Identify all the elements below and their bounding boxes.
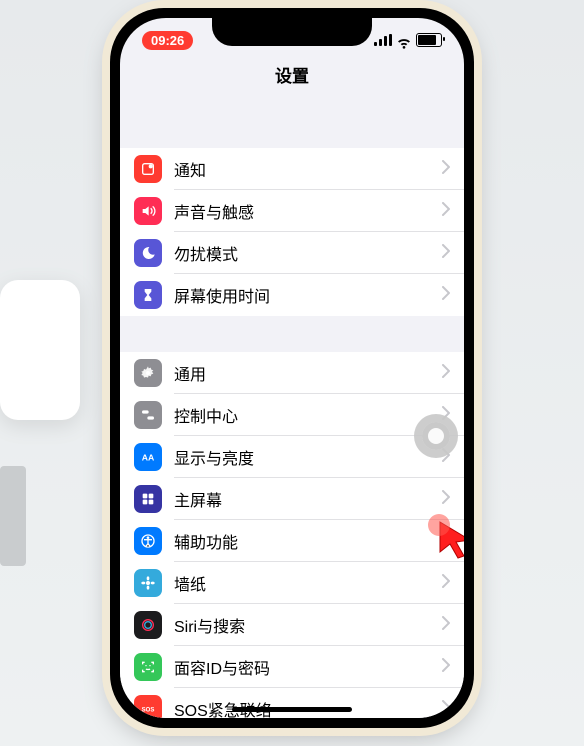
chevron-right-icon	[442, 490, 450, 509]
assistive-touch-button[interactable]	[414, 414, 458, 458]
row-label: 通知	[174, 157, 442, 181]
settings-row-dnd[interactable]: 勿扰模式	[120, 232, 464, 274]
chevron-right-icon	[442, 700, 450, 719]
svg-text:AA: AA	[142, 452, 155, 462]
faceid-icon	[134, 653, 162, 681]
chevron-right-icon	[442, 364, 450, 383]
chevron-right-icon	[442, 160, 450, 179]
row-label: 控制中心	[174, 403, 442, 427]
row-label: 显示与亮度	[174, 445, 442, 469]
arrow-cursor-overlay	[434, 518, 464, 565]
phone-frame: 09:26 设置 通知声音与触感勿扰模式屏幕使用时间通用控制中心 AA 显示与亮度主…	[110, 8, 474, 728]
chevron-right-icon	[442, 616, 450, 635]
row-label: 通用	[174, 361, 442, 385]
chevron-right-icon	[442, 202, 450, 221]
page-title: 设置	[120, 62, 464, 87]
signal-icon	[374, 34, 392, 46]
home-indicator[interactable]	[232, 707, 352, 712]
settings-row-faceid[interactable]: 面容ID与密码	[120, 646, 464, 688]
settings-list[interactable]: 通知声音与触感勿扰模式屏幕使用时间通用控制中心 AA 显示与亮度主屏幕辅助功能墙纸 S…	[120, 96, 464, 718]
settings-row-homescreen[interactable]: 主屏幕	[120, 478, 464, 520]
settings-row-accessibility[interactable]: 辅助功能	[120, 520, 464, 562]
background-object	[0, 280, 80, 420]
settings-group: 通知声音与触感勿扰模式屏幕使用时间	[120, 148, 464, 316]
flower-icon	[134, 569, 162, 597]
moon-icon	[134, 239, 162, 267]
battery-icon	[416, 33, 442, 47]
row-label: 主屏幕	[174, 487, 442, 511]
settings-row-general[interactable]: 通用	[120, 352, 464, 394]
settings-row-display[interactable]: AA 显示与亮度	[120, 436, 464, 478]
background-object	[0, 466, 26, 566]
status-icons	[374, 33, 442, 47]
aa-icon: AA	[134, 443, 162, 471]
row-label: 面容ID与密码	[174, 655, 442, 679]
row-label: Siri与搜索	[174, 613, 442, 637]
wifi-icon	[396, 34, 412, 46]
settings-row-siri[interactable]: Siri与搜索	[120, 604, 464, 646]
row-label: 声音与触感	[174, 199, 442, 223]
settings-row-sos[interactable]: SOSSOS紧急联络	[120, 688, 464, 718]
settings-row-notifications[interactable]: 通知	[120, 148, 464, 190]
accessibility-icon	[134, 527, 162, 555]
speaker-icon	[134, 197, 162, 225]
chevron-right-icon	[442, 286, 450, 305]
notch	[212, 18, 372, 46]
chevron-right-icon	[442, 658, 450, 677]
settings-group: 通用控制中心 AA 显示与亮度主屏幕辅助功能墙纸 Siri与搜索面容ID与密码 SOSS…	[120, 352, 464, 718]
sos-icon: SOS	[134, 695, 162, 718]
settings-row-controlcenter[interactable]: 控制中心	[120, 394, 464, 436]
row-label: 墙纸	[174, 571, 442, 595]
status-time: 09:26	[142, 31, 193, 50]
gear-icon	[134, 359, 162, 387]
settings-row-sounds[interactable]: 声音与触感	[120, 190, 464, 232]
chevron-right-icon	[442, 244, 450, 263]
bell-icon	[134, 155, 162, 183]
phone-screen: 09:26 设置 通知声音与触感勿扰模式屏幕使用时间通用控制中心 AA 显示与亮度主…	[120, 18, 464, 718]
svg-text:SOS: SOS	[142, 708, 155, 714]
hourglass-icon	[134, 281, 162, 309]
chevron-right-icon	[442, 574, 450, 593]
settings-row-wallpaper[interactable]: 墙纸	[120, 562, 464, 604]
row-label: 辅助功能	[174, 529, 442, 553]
settings-row-screentime[interactable]: 屏幕使用时间	[120, 274, 464, 316]
siri-icon	[134, 611, 162, 639]
grid-icon	[134, 485, 162, 513]
row-label: 屏幕使用时间	[174, 283, 442, 307]
switches-icon	[134, 401, 162, 429]
row-label: 勿扰模式	[174, 241, 442, 265]
